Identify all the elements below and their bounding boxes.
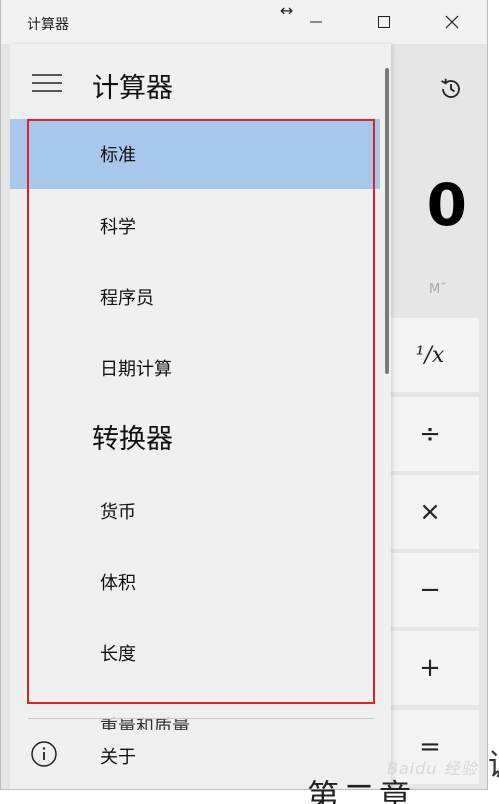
- calculator-window: 计算器 ↔ 0 M˜ ¹/x ÷ × − + = 计算器 标准 科学 程序员 日…: [0, 0, 488, 790]
- nav-title: 计算器: [92, 73, 173, 104]
- nav-item-programmer[interactable]: 程序员: [10, 262, 380, 332]
- nav-item-label: 体积: [100, 573, 136, 594]
- reciprocal-label: ¹/x: [415, 342, 445, 368]
- window-title: 计算器: [27, 17, 69, 33]
- minimize-icon: [310, 21, 322, 23]
- navigation-pane: 计算器 标准 科学 程序员 日期计算 转换器 货币 体积 长度 重量和质量 关于: [10, 44, 391, 789]
- hamburger-menu-icon[interactable]: [32, 72, 64, 94]
- nav-scrollbar[interactable]: [385, 68, 389, 374]
- divide-button[interactable]: ÷: [389, 397, 479, 471]
- maximize-button[interactable]: [361, 0, 407, 44]
- nav-item-label: 程序员: [100, 288, 154, 309]
- nav-item-date-calculation[interactable]: 日期计算: [10, 333, 380, 403]
- memory-recall-button[interactable]: M˜: [429, 282, 447, 297]
- nav-item-currency[interactable]: 货币: [10, 476, 380, 546]
- close-button[interactable]: [429, 0, 475, 44]
- nav-item-label: 长度: [100, 644, 136, 665]
- close-icon: [445, 15, 459, 29]
- add-label: +: [419, 653, 441, 683]
- watermark-logo: Baidu 经验: [387, 759, 478, 778]
- resize-cursor-icon: ↔: [280, 1, 294, 20]
- info-icon: [31, 741, 57, 767]
- background-document-char: 调: [488, 740, 499, 784]
- multiply-button[interactable]: ×: [389, 475, 479, 549]
- nav-item-label: 日期计算: [100, 359, 172, 380]
- nav-item-label: 科学: [100, 217, 136, 238]
- multiply-label: ×: [419, 497, 441, 527]
- minimize-button[interactable]: [293, 0, 339, 44]
- nav-item-label: 货币: [100, 502, 136, 523]
- about-label: 关于: [100, 747, 136, 768]
- nav-item-standard[interactable]: 标准: [10, 119, 380, 189]
- history-icon[interactable]: [437, 75, 465, 103]
- add-button[interactable]: +: [389, 631, 479, 705]
- maximize-icon: [378, 16, 390, 28]
- nav-item-volume[interactable]: 体积: [10, 547, 380, 617]
- subtract-button[interactable]: −: [389, 553, 479, 627]
- divide-label: ÷: [419, 419, 441, 449]
- subtract-label: −: [419, 575, 441, 605]
- nav-item-label: 标准: [100, 145, 136, 166]
- reciprocal-button[interactable]: ¹/x: [389, 318, 479, 392]
- nav-item-scientific[interactable]: 科学: [10, 191, 380, 261]
- converter-section-heading: 转换器: [92, 424, 173, 455]
- result-display: 0: [426, 171, 467, 239]
- title-bar[interactable]: 计算器 ↔: [1, 0, 487, 44]
- nav-item-length[interactable]: 长度: [10, 618, 380, 688]
- background-document-heading: 第二章: [307, 777, 416, 804]
